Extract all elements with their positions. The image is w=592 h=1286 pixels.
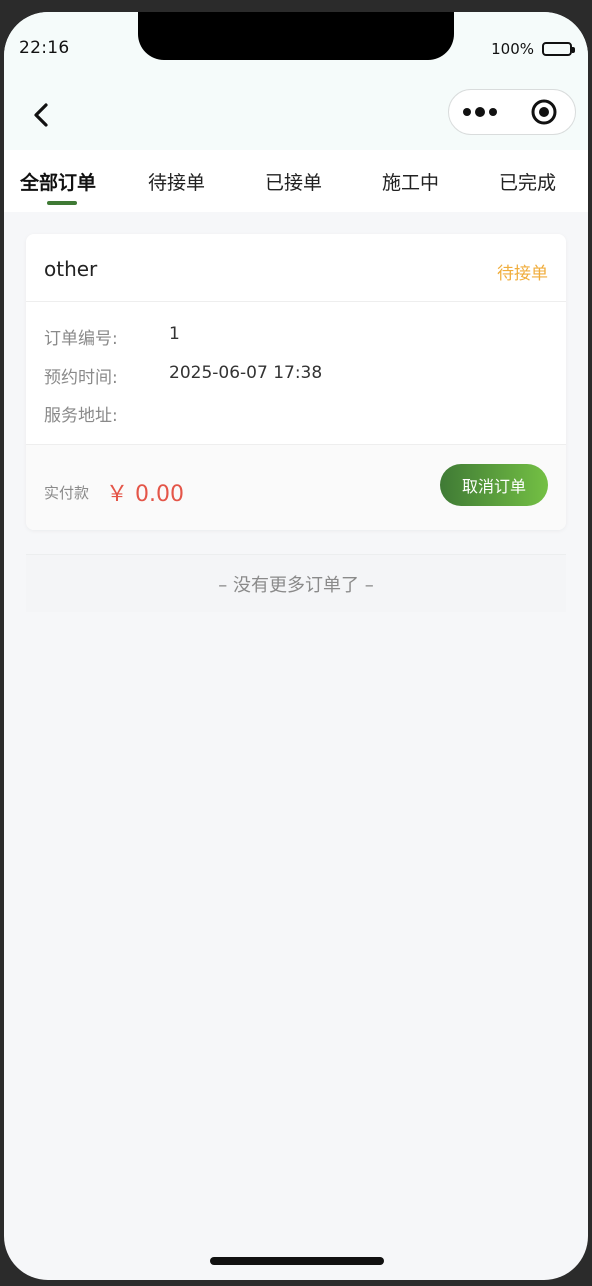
pay-label: 实付款 bbox=[44, 484, 90, 502]
no-more-orders-text: – 没有更多订单了 – bbox=[26, 554, 566, 612]
mini-program-capsule bbox=[448, 89, 576, 135]
order-status: 待接单 bbox=[497, 264, 548, 284]
appointment-time-label: 预约时间: bbox=[44, 368, 118, 388]
target-circle-icon bbox=[531, 99, 556, 125]
order-tabs: 全部订单 待接单 已接单 施工中 已完成 bbox=[4, 150, 588, 212]
status-time: 22:16 bbox=[19, 38, 70, 58]
chevron-left-icon bbox=[34, 103, 48, 127]
home-indicator[interactable] bbox=[210, 1257, 384, 1265]
active-tab-indicator bbox=[47, 201, 77, 205]
order-title: other bbox=[44, 257, 98, 281]
order-number-value: 1 bbox=[169, 324, 180, 344]
service-address-label: 服务地址: bbox=[44, 406, 118, 426]
battery-percent: 100% bbox=[491, 40, 534, 58]
battery-icon bbox=[542, 42, 575, 56]
tab-all-orders[interactable]: 全部订单 bbox=[20, 168, 96, 195]
device-notch bbox=[138, 12, 454, 60]
more-button[interactable] bbox=[449, 90, 512, 134]
close-button[interactable] bbox=[512, 90, 575, 134]
status-right: 100% bbox=[491, 40, 575, 58]
order-card[interactable]: other 待接单 订单编号: 1 预约时间: 2025-06-07 17:38… bbox=[26, 234, 566, 530]
back-button[interactable] bbox=[26, 100, 56, 130]
tab-accepted[interactable]: 已接单 bbox=[265, 168, 322, 195]
pay-amount: ￥ 0.00 bbox=[106, 482, 184, 507]
appointment-time-value: 2025-06-07 17:38 bbox=[169, 363, 323, 383]
tab-pending[interactable]: 待接单 bbox=[148, 168, 205, 195]
tab-completed[interactable]: 已完成 bbox=[499, 168, 556, 195]
more-dots-icon bbox=[462, 107, 497, 117]
tab-in-progress[interactable]: 施工中 bbox=[382, 168, 439, 195]
cancel-order-button[interactable]: 取消订单 bbox=[440, 464, 548, 506]
order-card-footer: 实付款 ￥ 0.00 取消订单 bbox=[26, 444, 566, 530]
order-number-label: 订单编号: bbox=[44, 329, 118, 349]
phone-screen: 22:16 100% 全部订单 待接单 已接单 施工中 已完成 other 待接… bbox=[4, 12, 588, 1280]
order-card-header: other 待接单 bbox=[26, 234, 566, 302]
